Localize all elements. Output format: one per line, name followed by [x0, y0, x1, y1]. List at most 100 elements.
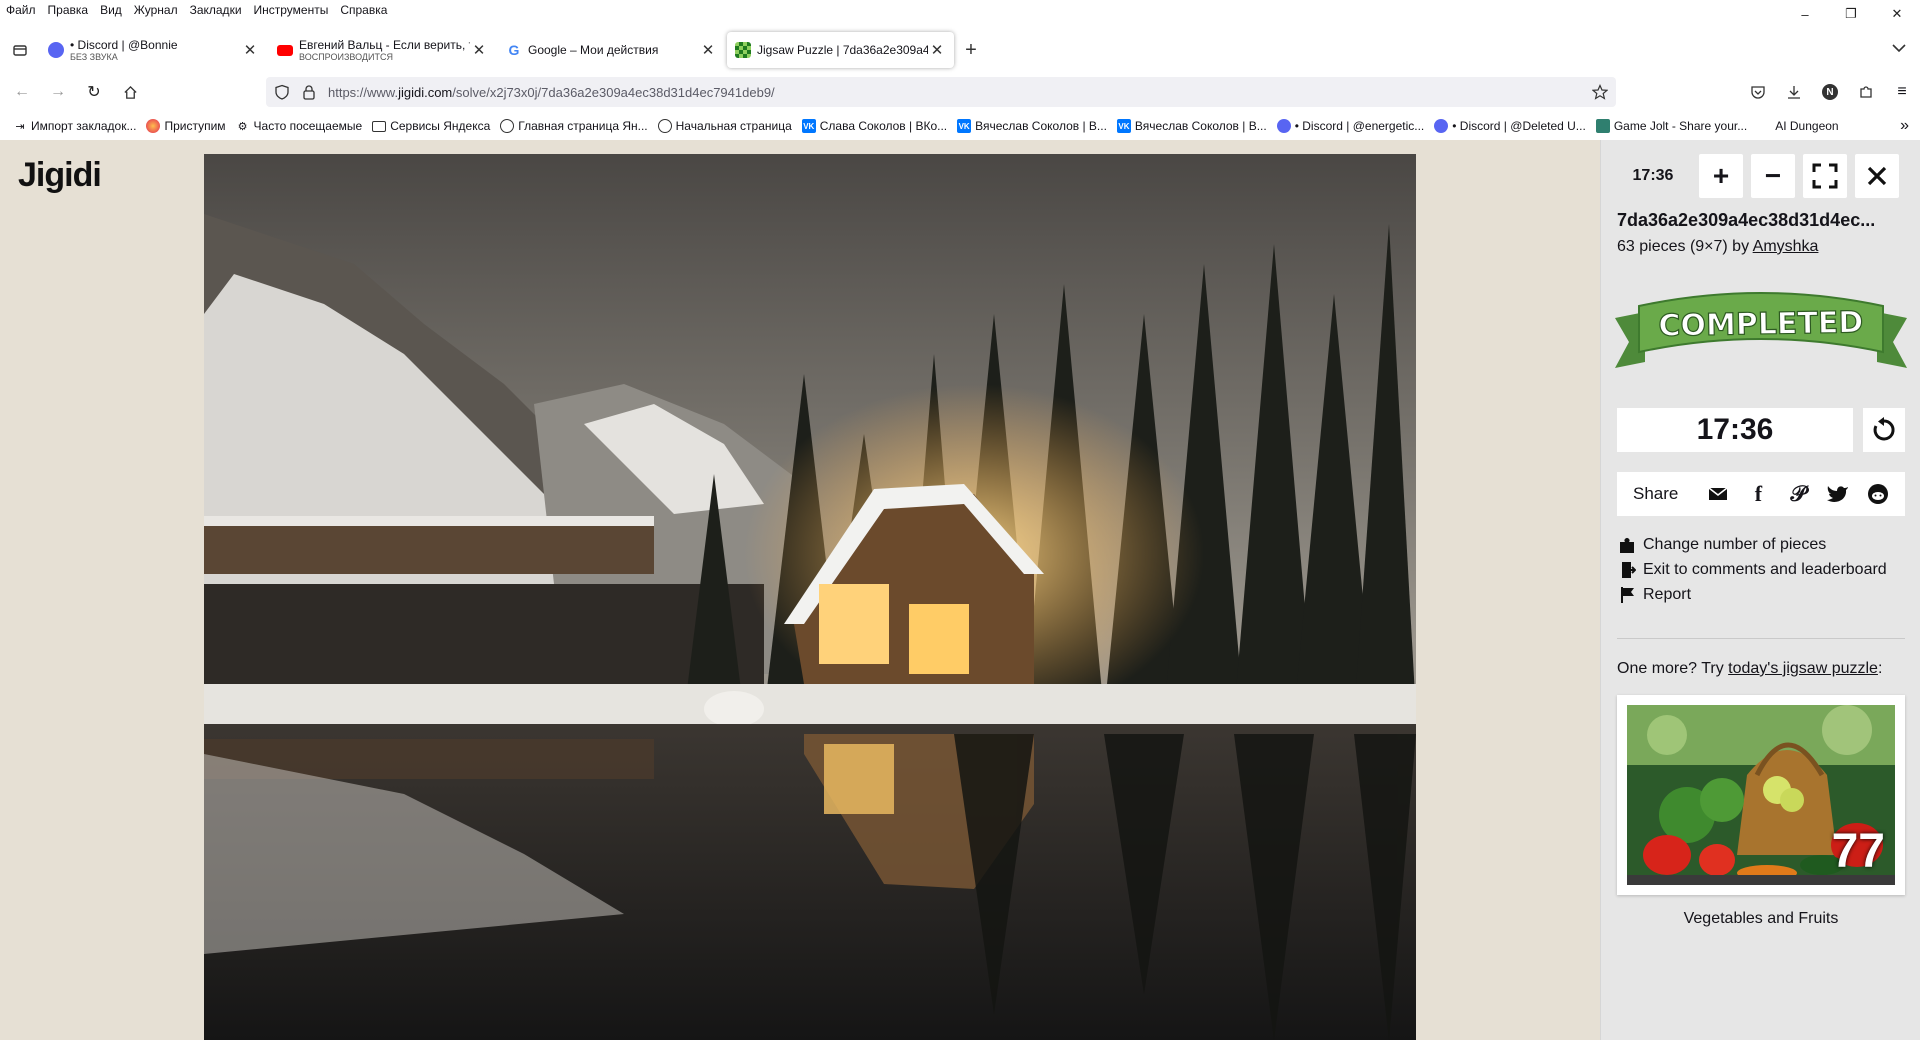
shield-icon[interactable]: [274, 84, 290, 100]
bookmark-item[interactable]: ⚙ Часто посещаемые: [231, 114, 368, 138]
restart-button[interactable]: [1863, 408, 1905, 452]
minimize-button[interactable]: –: [1782, 0, 1828, 28]
share-bar: Share f 𝒫: [1617, 472, 1905, 516]
menu-history[interactable]: Журнал: [128, 0, 184, 20]
bookmark-label: Главная страница Ян...: [518, 119, 648, 133]
jigidi-icon: [735, 42, 751, 58]
bookmark-label: AI Dungeon: [1775, 119, 1839, 133]
home-button[interactable]: [112, 76, 148, 108]
bookmark-label: Часто посещаемые: [253, 119, 363, 133]
bookmark-item[interactable]: Начальная страница: [653, 114, 797, 138]
bookmark-item[interactable]: VK Вячеслав Соколов | В...: [1112, 114, 1272, 138]
next-puzzle-thumbnail[interactable]: 77: [1617, 695, 1905, 895]
bookmark-item[interactable]: ⇥ Импорт закладок...: [8, 114, 141, 138]
vk-icon: VK: [801, 119, 816, 133]
bookmark-star-icon[interactable]: [1592, 84, 1608, 100]
pinterest-icon: 𝒫: [1790, 481, 1807, 506]
pocket-icon: [1751, 86, 1765, 99]
change-pieces-action[interactable]: Change number of pieces: [1617, 536, 1826, 554]
fullscreen-button[interactable]: [1803, 154, 1847, 198]
restore-button[interactable]: ❐: [1828, 0, 1874, 28]
share-reddit-button[interactable]: [1858, 483, 1898, 505]
close-tab-icon[interactable]: ✕: [241, 41, 259, 59]
bookmark-item[interactable]: • Discord | @Deleted U...: [1429, 114, 1591, 138]
close-puzzle-button[interactable]: [1855, 154, 1899, 198]
tab-manager-button[interactable]: [0, 30, 40, 70]
list-all-tabs-button[interactable]: [1892, 40, 1906, 58]
puzzle-sidebar: 17:36 + − 7da36a2e309a4ec38d31d4ec... 63…: [1600, 140, 1920, 1040]
account-button[interactable]: N: [1812, 76, 1848, 108]
tab-subtitle: ВОСПРОИЗВОДИТСЯ: [299, 52, 393, 62]
next-puzzle-title[interactable]: Vegetables and Fruits: [1617, 910, 1905, 928]
tab-manager-icon: [13, 45, 27, 56]
folder-icon: [372, 120, 387, 132]
tab-jigidi[interactable]: Jigsaw Puzzle | 7da36a2e309a4ec ✕: [727, 32, 954, 68]
menu-tools[interactable]: Инструменты: [248, 0, 335, 20]
menu-help[interactable]: Справка: [334, 0, 393, 20]
one-more-suffix: :: [1877, 660, 1883, 677]
report-action[interactable]: Report: [1617, 586, 1691, 604]
extensions-button[interactable]: [1848, 76, 1884, 108]
bookmark-label: Слава Соколов | ВКо...: [819, 119, 948, 133]
bookmark-item[interactable]: • Discord | @energetic...: [1272, 114, 1430, 138]
bookmark-item[interactable]: Сервисы Яндекса: [367, 114, 495, 138]
discord-icon: [1276, 119, 1291, 133]
bookmark-label: Начальная страница: [675, 119, 792, 133]
address-bar[interactable]: https://www.jigidi.com/solve/x2j73x0j/7d…: [266, 77, 1616, 107]
back-button[interactable]: ←: [4, 76, 40, 108]
exit-to-comments-action[interactable]: Exit to comments and leaderboard: [1617, 561, 1887, 579]
author-link[interactable]: Amyshka: [1753, 238, 1819, 255]
pocket-button[interactable]: [1740, 76, 1776, 108]
reddit-icon: [1868, 484, 1889, 504]
puzzle-info: 63 pieces (9×7) by Amyshka: [1617, 238, 1818, 256]
puzzle-image[interactable]: [204, 154, 1416, 1040]
menu-bookmarks[interactable]: Закладки: [184, 0, 248, 20]
tab-youtube[interactable]: Евгений Вальц - Если верить, то нВОСПРОИ…: [269, 32, 496, 68]
toolbar-right: N ≡: [1740, 76, 1920, 108]
bookmark-item[interactable]: VK Слава Соколов | ВКо...: [797, 114, 952, 138]
share-pinterest-button[interactable]: 𝒫: [1778, 481, 1818, 507]
final-time: 17:36: [1617, 408, 1853, 452]
tab-discord[interactable]: • Discord | @Bonnie БЕЗ ЗВУКА ✕: [40, 32, 267, 68]
tab-subtitle: БЕЗ ЗВУКА: [70, 52, 118, 62]
zoom-out-button[interactable]: −: [1751, 154, 1795, 198]
site-logo[interactable]: Jigidi: [18, 156, 102, 195]
close-window-button[interactable]: ✕: [1874, 0, 1920, 28]
menu-file[interactable]: Файл: [0, 0, 42, 20]
menu-edit[interactable]: Правка: [42, 0, 95, 20]
globe-icon: [657, 119, 672, 133]
app-menu-button[interactable]: ≡: [1884, 76, 1920, 108]
lock-icon[interactable]: [302, 84, 316, 100]
menu-bar: Файл Правка Вид Журнал Закладки Инструме…: [0, 0, 1920, 20]
bookmark-item[interactable]: Приступим: [141, 114, 230, 138]
reload-button[interactable]: ↻: [76, 76, 112, 108]
menu-view[interactable]: Вид: [94, 0, 128, 20]
bookmark-item[interactable]: VK Вячеслав Соколов | В...: [952, 114, 1112, 138]
close-tab-icon[interactable]: ✕: [470, 41, 488, 59]
share-label: Share: [1633, 484, 1679, 503]
new-tab-button[interactable]: +: [956, 35, 986, 65]
tab-google[interactable]: G Google – Мои действия ✕: [498, 32, 725, 68]
close-tab-icon[interactable]: ✕: [699, 41, 717, 59]
bookmark-label: Импорт закладок...: [31, 119, 137, 133]
zoom-in-button[interactable]: +: [1699, 154, 1743, 198]
bookmark-item[interactable]: Главная страница Ян...: [495, 114, 652, 138]
share-email-button[interactable]: [1698, 486, 1738, 502]
todays-puzzle-link[interactable]: today's jigsaw puzzle: [1728, 660, 1878, 677]
tab-title: Jigsaw Puzzle | 7da36a2e309a4ec: [757, 43, 928, 57]
share-facebook-button[interactable]: f: [1738, 481, 1778, 507]
bookmarks-overflow-button[interactable]: »: [1895, 114, 1914, 138]
divider: [1617, 638, 1905, 639]
download-icon: [1788, 86, 1800, 99]
close-icon: [1867, 166, 1887, 186]
forward-button[interactable]: →: [40, 76, 76, 108]
downloads-button[interactable]: [1776, 76, 1812, 108]
close-tab-icon[interactable]: ✕: [928, 41, 946, 59]
plus-icon: +: [1712, 160, 1730, 191]
bookmark-label: Вячеслав Соколов | В...: [975, 119, 1107, 133]
youtube-icon: [277, 44, 293, 56]
share-twitter-button[interactable]: [1818, 485, 1858, 503]
bookmark-item[interactable]: AI Dungeon: [1770, 114, 1843, 138]
bookmark-label: • Discord | @Deleted U...: [1452, 119, 1586, 133]
bookmark-item[interactable]: Game Jolt - Share your...: [1591, 114, 1752, 138]
